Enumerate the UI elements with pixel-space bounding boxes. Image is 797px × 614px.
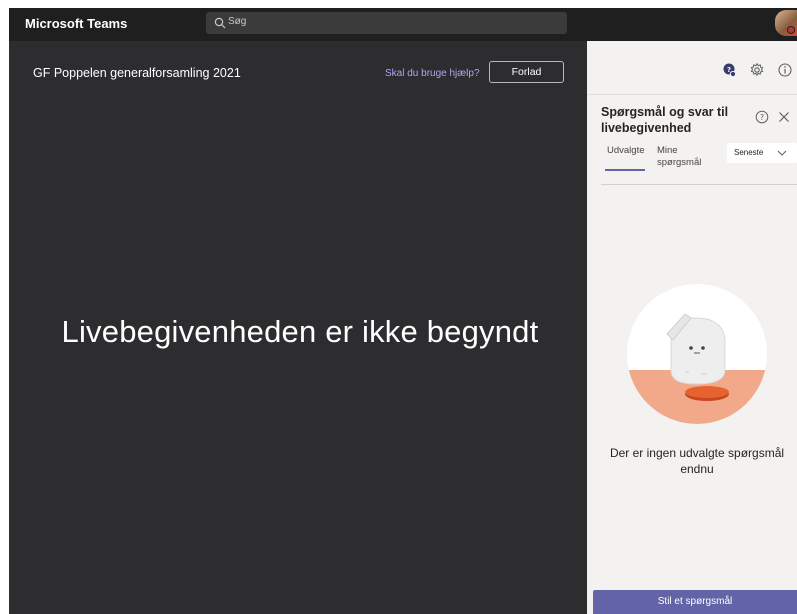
live-event-stage: GF Poppelen generalforsamling 2021 Skal … <box>9 41 587 614</box>
empty-state-message: Der er ingen udvalgte spørgsmål endnu <box>609 446 785 476</box>
avatar[interactable] <box>775 10 797 36</box>
top-bar: Microsoft Teams Søg <box>9 8 797 41</box>
chevron-down-icon <box>777 150 787 156</box>
ask-question-button[interactable]: Stil et spørgsmål <box>593 590 797 614</box>
help-icon[interactable]: ? <box>755 110 769 124</box>
search-icon <box>214 17 226 29</box>
panel-toolbar: ? <box>587 41 797 95</box>
panel-heading: Spørgsmål og svar til livebegivenhed <box>601 105 729 135</box>
qna-panel: ? Spørgsmål og svar til livebegivenhed ?… <box>587 41 797 614</box>
leave-button[interactable]: Forlad <box>489 61 564 83</box>
tab-featured[interactable]: Udvalgte <box>607 145 645 157</box>
status-badge <box>787 26 795 34</box>
app-title: Microsoft Teams <box>25 16 128 31</box>
sort-dropdown[interactable]: Seneste <box>727 143 797 163</box>
search-placeholder: Søg <box>228 16 247 27</box>
selected-tab-indicator <box>605 169 645 171</box>
qna-chat-icon[interactable]: ? <box>721 62 737 78</box>
sort-selected-value: Seneste <box>734 148 764 157</box>
close-icon[interactable] <box>778 111 790 123</box>
empty-jar-illustration <box>627 284 767 424</box>
search-input[interactable]: Søg <box>206 12 567 34</box>
info-icon[interactable] <box>777 62 793 78</box>
event-status-message: Livebegivenheden er ikke begyndt <box>61 314 539 349</box>
meeting-title: GF Poppelen generalforsamling 2021 <box>33 66 241 80</box>
window-edge <box>0 0 9 614</box>
teams-window: Microsoft Teams Søg GF Poppelen generalf… <box>0 0 797 614</box>
tab-my-questions[interactable]: Mine spørgsmål <box>657 145 717 169</box>
tab-divider <box>601 184 797 185</box>
gear-icon[interactable] <box>749 62 765 78</box>
help-link[interactable]: Skal du bruge hjælp? <box>385 68 480 79</box>
svg-text:?: ? <box>760 113 764 122</box>
